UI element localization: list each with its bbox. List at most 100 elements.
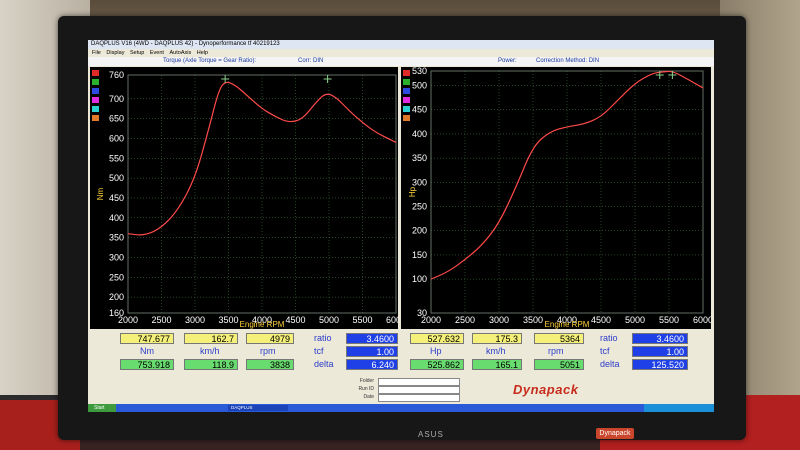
- torque-x-tick-5: 4500: [285, 315, 305, 325]
- right-tcf-value[interactable]: 1.00: [632, 346, 688, 357]
- torque-legend-swatch-3: [92, 97, 99, 103]
- start-button[interactable]: Start: [88, 404, 116, 412]
- power-x-axis-label: Engine RPM: [545, 320, 590, 329]
- left-tcf-value[interactable]: 1.00: [346, 346, 398, 357]
- menu-help[interactable]: Help: [197, 50, 208, 56]
- power-y-tick-1: 100: [412, 274, 427, 284]
- power-y-tick-4: 250: [412, 202, 427, 212]
- menu-event[interactable]: Event: [150, 50, 164, 56]
- power-chart: 2000 2500 3000 3500 4000 4500 5000 5500 6000 30 10…: [401, 66, 713, 329]
- torque-label: Torque (Axle Torque = Gear Ratio):: [163, 58, 257, 64]
- folder-field[interactable]: [378, 378, 460, 386]
- left-unit-kmh: km/h: [200, 346, 220, 356]
- torque-y-tick-11: 700: [109, 94, 124, 104]
- left-rpm-peak: 3838: [246, 359, 294, 370]
- date-field[interactable]: [378, 394, 460, 402]
- system-tray: [644, 404, 714, 412]
- right-unit-rpm: rpm: [548, 346, 564, 356]
- dynapack-logo: Dynapack: [513, 382, 579, 397]
- readouts-panel: 747.677 162.7 4979 Nm km/h rpm 753.918 1…: [88, 331, 714, 375]
- right-delta-value: 125.520: [632, 359, 688, 370]
- right-tcf-label: tcf: [600, 346, 610, 356]
- power-legend-swatch-4: [403, 106, 410, 112]
- infobar: Torque (Axle Torque = Gear Ratio): Corr:…: [88, 57, 714, 66]
- menu-autoaxis[interactable]: AutoAxis: [170, 50, 192, 56]
- right-speed-current: 175.3: [472, 333, 522, 344]
- torque-x-tick-3: 3500: [218, 315, 238, 325]
- runid-field[interactable]: [378, 386, 460, 394]
- torque-legend-swatch-0: [92, 70, 99, 76]
- right-rpm-peak: 5051: [534, 359, 584, 370]
- runid-label: Run ID: [358, 386, 374, 392]
- taskbar: Start DAQPLUS: [88, 404, 714, 412]
- power-legend-swatch-0: [403, 70, 410, 76]
- power-series-line-0: [430, 70, 704, 280]
- power-x-tick-6: 5000: [625, 315, 645, 325]
- right-ratio-label: ratio: [600, 333, 618, 343]
- power-x-tick-1: 2500: [455, 315, 475, 325]
- menubar: File Display Setup Event AutoAxis Help: [88, 49, 714, 57]
- power-x-tick-2: 3000: [489, 315, 509, 325]
- torque-x-axis-label: Engine RPM: [240, 320, 285, 329]
- left-torque-peak: 753.918: [120, 359, 174, 370]
- right-unit-kmh: km/h: [486, 346, 506, 356]
- monitor-brand: ASUS: [418, 430, 444, 439]
- torque-y-tick-12: 760: [109, 70, 124, 80]
- torque-x-tick-1: 2500: [151, 315, 171, 325]
- folder-label: Folder: [359, 378, 374, 384]
- left-speed-peak: 118.9: [184, 359, 238, 370]
- power-y-tick-0: 30: [417, 308, 427, 318]
- right-delta-label: delta: [600, 359, 620, 369]
- power-y-axis-label: Hp: [408, 186, 417, 197]
- left-ratio-value[interactable]: 3.4600: [346, 333, 398, 344]
- left-unit-nm: Nm: [140, 346, 154, 356]
- left-delta-label: delta: [314, 359, 334, 369]
- corr-right: Correction Method: DIN: [536, 58, 600, 64]
- menu-setup[interactable]: Setup: [130, 50, 144, 56]
- right-speed-peak: 165.1: [472, 359, 522, 370]
- power-label: Power:: [498, 58, 517, 64]
- torque-x-tick-8: 6000: [386, 315, 398, 325]
- power-legend-swatch-1: [403, 79, 410, 85]
- torque-legend-swatch-4: [92, 106, 99, 112]
- right-rpm-current: 5364: [534, 333, 584, 344]
- left-rpm-current: 4979: [246, 333, 294, 344]
- taskbar-item-daqplus[interactable]: DAQPLUS: [228, 405, 288, 411]
- left-ratio-label: ratio: [314, 333, 332, 343]
- corr-left: Corr: DIN: [298, 58, 324, 64]
- power-legend-swatch-5: [403, 115, 410, 121]
- power-y-tick-10: 530: [412, 67, 427, 76]
- torque-chart-svg: 2000250030003500400045005000550060001602…: [92, 70, 406, 329]
- torque-y-tick-7: 500: [109, 173, 124, 183]
- torque-legend-swatch-2: [92, 88, 99, 94]
- right-power-current: 527.632: [410, 333, 464, 344]
- power-y-tick-5: 300: [412, 177, 427, 187]
- power-x-tick-3: 3500: [523, 315, 543, 325]
- date-label: Date: [363, 394, 374, 400]
- torque-y-tick-8: 550: [109, 153, 124, 163]
- torque-y-tick-2: 250: [109, 272, 124, 282]
- torque-y-tick-0: 160: [109, 308, 124, 318]
- power-legend-swatch-3: [403, 97, 410, 103]
- left-speed-current: 162.7: [184, 333, 238, 344]
- torque-plot-frame: [127, 74, 397, 314]
- torque-peak-marker-1: [323, 75, 332, 83]
- torque-x-tick-7: 5500: [352, 315, 372, 325]
- torque-y-tick-9: 600: [109, 133, 124, 143]
- run-info-panel: Folder Run ID Date Dynapack: [88, 376, 714, 404]
- right-power-peak: 525.862: [410, 359, 464, 370]
- torque-legend-swatch-5: [92, 115, 99, 121]
- power-chart-svg: 2000 2500 3000 3500 4000 4500 5000 5500 60003010…: [403, 66, 713, 329]
- screen: DAQPLUS V16 (4WD - DAQPLUS 42) - Dynoper…: [88, 40, 714, 412]
- menu-file[interactable]: File: [92, 50, 101, 56]
- torque-y-tick-10: 650: [109, 114, 124, 124]
- torque-legend-swatch-1: [92, 79, 99, 85]
- right-ratio-value[interactable]: 3.4600: [632, 333, 688, 344]
- torque-y-axis-label: Nm: [96, 187, 105, 200]
- menu-display[interactable]: Display: [106, 50, 124, 56]
- power-x-tick-7: 5500: [659, 315, 679, 325]
- power-y-tick-9: 500: [412, 81, 427, 91]
- power-y-tick-2: 150: [412, 250, 427, 260]
- torque-x-tick-6: 5000: [319, 315, 339, 325]
- power-legend-swatch-2: [403, 88, 410, 94]
